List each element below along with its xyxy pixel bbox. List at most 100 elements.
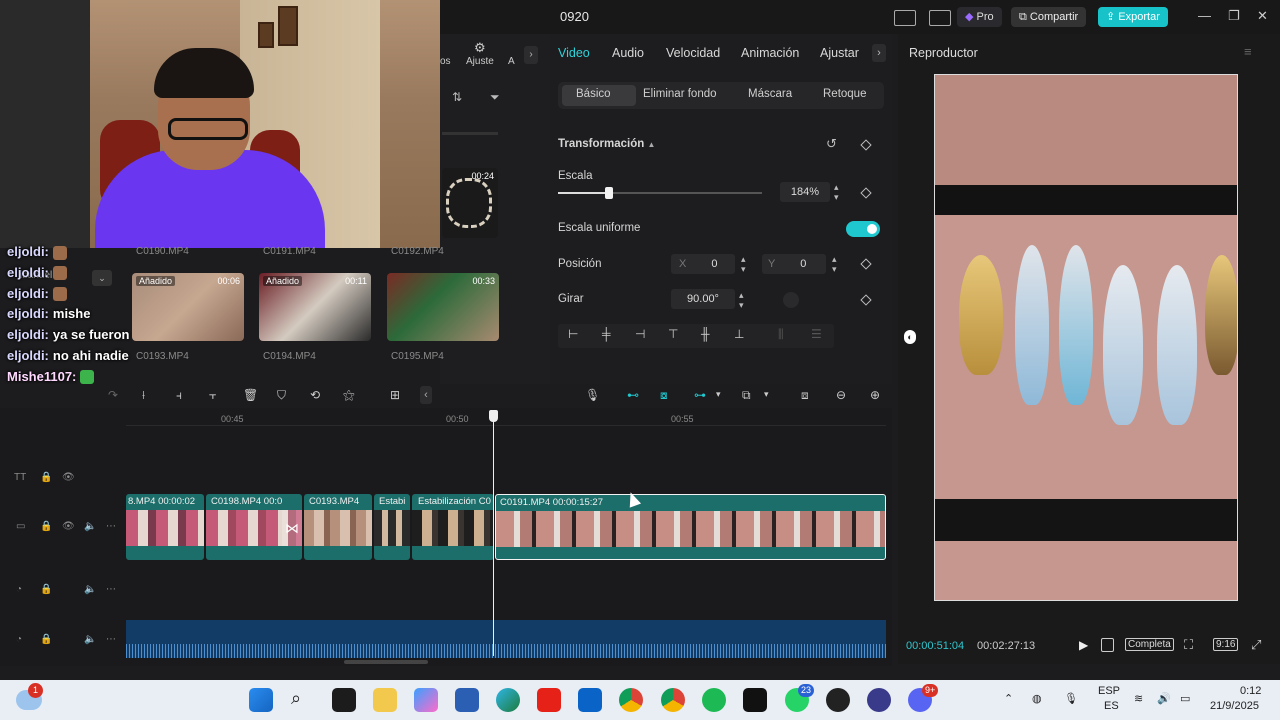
eye-icon[interactable]: 👁 <box>62 472 75 483</box>
player-preview[interactable] <box>934 74 1238 601</box>
app-icon[interactable] <box>867 688 891 712</box>
stepper-icon[interactable]: ▴ ▾ <box>741 254 746 274</box>
export-button[interactable]: ⇪ Exportar <box>1098 7 1168 27</box>
zoom-in-icon[interactable]: ⊕ <box>870 388 880 402</box>
timeline-clip[interactable]: Estabi <box>374 494 410 560</box>
lock-icon[interactable]: 🔒 <box>40 634 52 645</box>
scale-value-field[interactable]: 184% <box>780 182 830 202</box>
menu-icon[interactable]: ≡ <box>1244 44 1252 59</box>
tab-velocidad[interactable]: Velocidad <box>666 46 720 60</box>
subtab-retoque[interactable]: Retoque <box>823 88 866 100</box>
section-title[interactable]: Transformación ▲ <box>558 138 655 150</box>
rotation-dial[interactable] <box>783 292 799 308</box>
position-y-field[interactable]: Y 0 <box>762 254 826 274</box>
scale-slider-handle[interactable] <box>605 187 613 199</box>
timeline-scrollbar[interactable] <box>344 660 428 664</box>
align-right-icon[interactable]: ⊣ <box>635 327 645 341</box>
more-icon[interactable]: ⋯ <box>106 584 116 595</box>
add-marker-icon[interactable]: ⊞ <box>390 388 400 402</box>
magnet-icon[interactable]: ⊷ <box>627 388 639 402</box>
pan-icon[interactable]: ◐ <box>904 330 916 344</box>
media-tab-ajuste[interactable]: Ajuste <box>466 56 494 67</box>
microphone-icon[interactable]: 🎙 <box>585 388 600 402</box>
time-ruler[interactable]: 00:45 00:50 00:55 <box>126 408 886 426</box>
caption-icon[interactable]: ⧈ <box>801 388 809 403</box>
edge-icon[interactable] <box>496 688 520 712</box>
preview-axis-icon[interactable]: ⧉ <box>742 388 751 403</box>
obs-icon[interactable] <box>826 688 850 712</box>
transition-icon[interactable]: ⋈ <box>282 510 302 546</box>
distribute-v-icon[interactable]: ☰ <box>811 327 822 341</box>
snap-icon[interactable]: ⧇ <box>660 388 668 403</box>
clock-date[interactable]: 21/9/2025 <box>1210 700 1259 712</box>
chevron-left-icon[interactable]: ‹ <box>420 386 432 404</box>
split-left-icon[interactable]: ⫞ <box>176 388 182 403</box>
playhead[interactable] <box>493 410 494 656</box>
timeline-clip[interactable]: 8.MP4 00:00:02 <box>126 494 204 560</box>
microphone-icon[interactable]: 🎙 <box>1064 692 1078 705</box>
tab-audio[interactable]: Audio <box>612 46 644 60</box>
subtab-eliminar-fondo[interactable]: Eliminar fondo <box>643 88 717 100</box>
spotify-icon[interactable] <box>702 688 726 712</box>
eye-icon[interactable]: 👁 <box>62 521 75 532</box>
search-icon[interactable]: ⌕ <box>291 688 301 709</box>
snapshot-icon[interactable] <box>1101 638 1114 652</box>
align-center-h-icon[interactable]: ╪ <box>602 327 611 341</box>
clock-time[interactable]: 0:12 <box>1240 685 1261 697</box>
store-icon[interactable] <box>455 688 479 712</box>
uniform-scale-toggle[interactable] <box>846 221 880 237</box>
audio-clip[interactable] <box>126 620 886 658</box>
volume-icon[interactable]: 🔊 <box>1157 692 1171 705</box>
wifi-icon[interactable]: ≋ <box>1134 692 1143 705</box>
tab-video[interactable]: Video <box>558 46 590 60</box>
minimize-icon[interactable]: — <box>1198 8 1211 23</box>
expand-icon[interactable]: ⤢ <box>1251 637 1261 653</box>
tray-chevron-icon[interactable]: ⌃ <box>1004 692 1013 705</box>
youtube-icon[interactable] <box>537 688 561 712</box>
play-icon[interactable]: ▶ <box>1079 638 1088 652</box>
align-center-v-icon[interactable]: ╫ <box>701 327 710 341</box>
chevron-right-icon[interactable]: › <box>872 44 886 62</box>
windows-start-icon[interactable] <box>249 688 273 712</box>
stepper-icon[interactable]: ▴ ▾ <box>739 290 744 310</box>
stepper-icon[interactable]: ▴ ▾ <box>834 182 839 202</box>
scale-slider-track[interactable] <box>558 187 762 199</box>
media-thumb[interactable]: 00:33 <box>387 273 499 341</box>
speaker-icon[interactable]: 🔈 <box>84 584 96 595</box>
subtab-mascara[interactable]: Máscara <box>748 88 792 100</box>
file-explorer-icon[interactable] <box>373 688 397 712</box>
copilot-icon[interactable] <box>414 688 438 712</box>
close-icon[interactable]: ✕ <box>1257 8 1268 24</box>
crop-icon[interactable]: ⟲ <box>310 388 320 402</box>
position-x-field[interactable]: X 0 <box>671 254 735 274</box>
lock-icon[interactable]: 🔒 <box>40 584 52 595</box>
language-indicator[interactable]: ESP <box>1098 685 1120 697</box>
speaker-icon[interactable]: 🔈 <box>84 521 96 532</box>
align-top-icon[interactable]: ⊤ <box>668 327 678 341</box>
sort-icon[interactable]: ⇅ <box>452 90 462 104</box>
more-icon[interactable]: ⋯ <box>106 521 116 532</box>
subtab-basico[interactable]: Básico <box>576 88 611 100</box>
timeline-clip[interactable]: C0193.MP4 <box>304 494 372 560</box>
battery-icon[interactable]: ▭ <box>1180 692 1190 705</box>
shield-icon[interactable]: ⛉ <box>277 388 286 403</box>
lock-icon[interactable]: 🔒 <box>40 521 52 532</box>
media-thumb[interactable]: Añadido 00:11 <box>259 273 371 341</box>
tab-animacion[interactable]: Animación <box>741 46 799 60</box>
quality-button[interactable]: Completa <box>1125 638 1174 651</box>
redo-icon[interactable]: ↷ <box>108 388 118 402</box>
stepper-icon[interactable]: ▴ ▾ <box>832 254 837 274</box>
lock-icon[interactable]: 🔒 <box>40 472 52 483</box>
split-right-icon[interactable]: ⫟ <box>209 388 216 403</box>
align-bottom-icon[interactable]: ⊥ <box>734 327 744 341</box>
zoom-out-icon[interactable]: ⊖ <box>836 388 846 402</box>
rotate-field[interactable]: 90.00° <box>671 289 735 309</box>
keyframe-icon[interactable] <box>860 258 872 270</box>
magic-icon[interactable]: ⚝ <box>343 388 355 403</box>
link-icon[interactable]: ⊶ <box>694 388 706 402</box>
fullscreen-crop-icon[interactable]: ⛶ <box>1184 637 1193 653</box>
split-icon[interactable]: ⟊ <box>142 388 145 403</box>
keyframe-icon[interactable] <box>860 187 872 199</box>
tray-app-icon[interactable]: ◍ <box>1032 692 1042 705</box>
speaker-icon[interactable]: 🔈 <box>84 634 96 645</box>
